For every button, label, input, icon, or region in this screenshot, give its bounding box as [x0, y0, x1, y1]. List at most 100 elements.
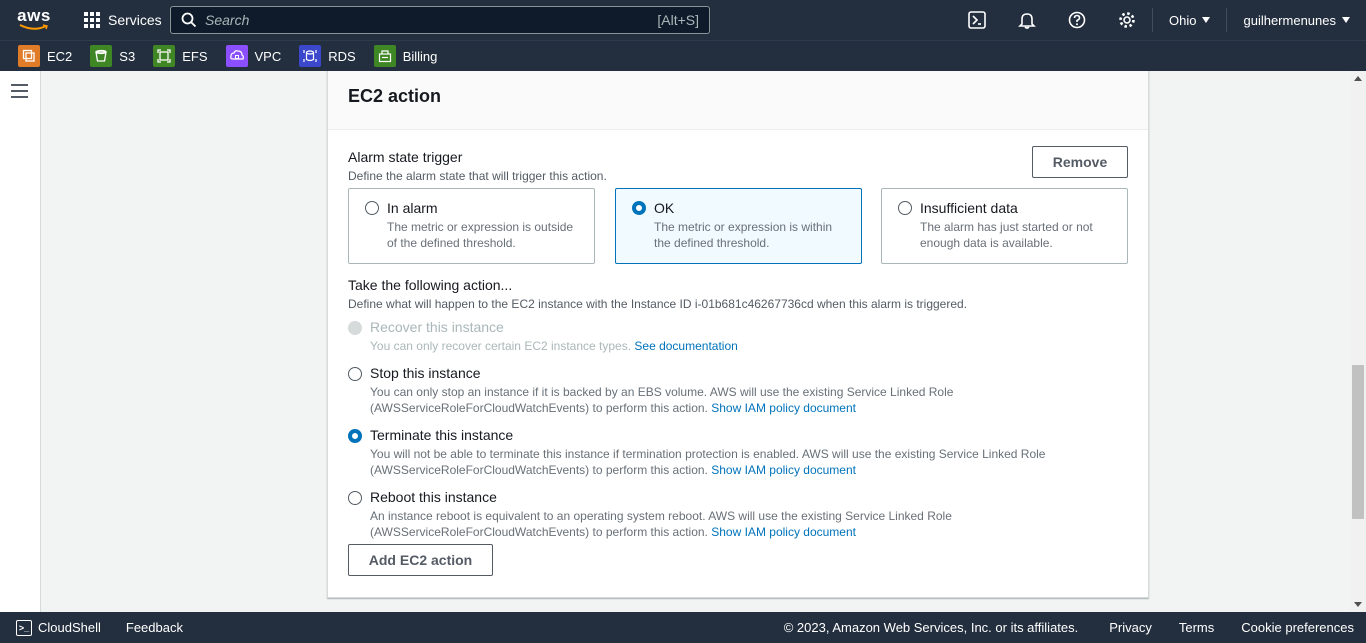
panel-header: EC2 action — [328, 71, 1148, 130]
favorite-label: EC2 — [47, 48, 73, 64]
ec2-icon — [18, 45, 40, 67]
copyright-text: © 2023, Amazon Web Services, Inc. or its… — [783, 620, 1079, 635]
option-description-text: You can only recover certain EC2 instanc… — [370, 339, 632, 353]
option-title[interactable]: Stop this instance — [370, 365, 481, 381]
state-tile-in-alarm[interactable]: In alarm The metric or expression is out… — [348, 188, 595, 264]
option-description: An instance reboot is equivalent to an o… — [370, 508, 1110, 540]
caret-down-icon — [1342, 17, 1350, 23]
option-description-text: You will not be able to terminate this i… — [370, 447, 1046, 477]
footer-right: © 2023, Amazon Web Services, Inc. or its… — [784, 612, 1366, 643]
aws-logo[interactable]: aws — [10, 0, 58, 40]
panel-title: EC2 action — [348, 86, 442, 106]
favorite-rds[interactable]: RDS — [299, 45, 356, 67]
nav-utilities: Ohio guilhermenunes — [952, 0, 1366, 40]
option-title[interactable]: Terminate this instance — [370, 427, 513, 443]
search-bar[interactable]: [Alt+S] — [170, 6, 710, 34]
cloudshell-footer-button[interactable]: >_ CloudShell — [16, 619, 101, 636]
vpc-icon — [225, 45, 248, 67]
search-shortcut: [Alt+S] — [657, 12, 699, 28]
region-selector[interactable]: Ohio — [1153, 0, 1226, 40]
favorite-ec2[interactable]: EC2 — [18, 45, 72, 67]
radio-button[interactable] — [348, 491, 362, 505]
radio-button[interactable] — [898, 201, 912, 215]
grid-icon — [84, 12, 100, 28]
caret-down-icon — [1202, 17, 1211, 23]
aws-smile-icon — [19, 24, 48, 30]
scroll-up-icon[interactable] — [1354, 76, 1362, 81]
favorite-label: Billing — [402, 48, 438, 64]
favorite-label: VPC — [254, 48, 282, 64]
footer: >_ CloudShell Feedback © 2023, Amazon We… — [0, 612, 1366, 643]
remove-button[interactable]: Remove — [1032, 146, 1128, 178]
favorite-s3[interactable]: S3 — [90, 45, 135, 67]
account-menu[interactable]: guilhermenunes — [1227, 0, 1366, 40]
collapsed-sidebar — [0, 71, 41, 612]
radio-button-selected[interactable] — [348, 429, 362, 443]
favorite-label: EFS — [182, 48, 208, 64]
show-iam-policy-link[interactable]: Show IAM policy document — [711, 463, 856, 477]
state-tile-ok[interactable]: OK The metric or expression is within th… — [615, 188, 862, 264]
notifications-button[interactable] — [1002, 0, 1052, 40]
state-title: OK — [654, 200, 675, 216]
scroll-down-icon[interactable] — [1354, 602, 1362, 607]
terminal-icon — [968, 11, 986, 29]
radio-button[interactable] — [348, 367, 362, 381]
option-title[interactable]: Reboot this instance — [370, 489, 497, 505]
cloudshell-label: CloudShell — [38, 620, 101, 635]
option-description: You will not be able to terminate this i… — [370, 446, 1110, 478]
favorite-label: S3 — [119, 48, 136, 64]
alarm-trigger-description: Define the alarm state that will trigger… — [348, 169, 607, 183]
show-iam-policy-link[interactable]: Show IAM policy document — [711, 401, 856, 415]
radio-button[interactable] — [365, 201, 379, 215]
state-tile-insufficient-data[interactable]: Insufficient data The alarm has just sta… — [881, 188, 1128, 264]
add-ec2-action-button[interactable]: Add EC2 action — [348, 544, 493, 576]
favorite-vpc[interactable]: VPC — [225, 45, 282, 67]
username-label: guilhermenunes — [1243, 12, 1336, 28]
state-description: The metric or expression is within the d… — [654, 220, 833, 250]
favorites-bar: EC2 S3 EFS VPC RDS Billing — [0, 40, 1366, 71]
favorite-efs[interactable]: EFS — [153, 45, 208, 67]
option-description: You can only recover certain EC2 instanc… — [370, 338, 1110, 354]
search-icon — [181, 12, 197, 28]
option-description-text: You can only stop an instance if it is b… — [370, 385, 954, 415]
option-title: Recover this instance — [370, 319, 504, 335]
page-scrollbar[interactable] — [1350, 71, 1366, 612]
action-description: Define what will happen to the EC2 insta… — [348, 297, 968, 311]
top-navigation: aws Services [Alt+S] — [0, 0, 1366, 40]
radio-button-selected[interactable] — [632, 201, 646, 215]
aws-logo-text: aws — [17, 6, 51, 25]
option-description: You can only stop an instance if it is b… — [370, 384, 1110, 416]
feedback-link[interactable]: Feedback — [126, 620, 183, 635]
bell-icon — [1018, 13, 1036, 29]
see-documentation-link[interactable]: See documentation — [634, 339, 737, 353]
efs-icon — [153, 45, 176, 67]
region-label: Ohio — [1169, 12, 1197, 28]
services-menu-button[interactable]: Services — [84, 0, 162, 40]
cloudshell-button[interactable] — [952, 0, 1002, 40]
help-button[interactable] — [1052, 0, 1102, 40]
privacy-link[interactable]: Privacy — [1109, 620, 1152, 635]
terms-link[interactable]: Terms — [1179, 620, 1214, 635]
settings-button[interactable] — [1102, 0, 1152, 40]
state-title: In alarm — [387, 200, 438, 216]
menu-icon[interactable] — [11, 84, 28, 98]
terminal-icon: >_ — [16, 619, 32, 636]
option-description-text: An instance reboot is equivalent to an o… — [370, 509, 952, 539]
services-label: Services — [108, 12, 162, 28]
cookie-preferences-link[interactable]: Cookie preferences — [1241, 620, 1354, 635]
gear-icon — [1119, 12, 1135, 28]
rds-icon — [299, 45, 322, 67]
ec2-action-panel: EC2 action Alarm state trigger Define th… — [327, 71, 1149, 598]
show-iam-policy-link[interactable]: Show IAM policy document — [711, 525, 856, 539]
favorite-label: RDS — [328, 48, 356, 64]
search-input[interactable] — [205, 12, 658, 28]
alarm-trigger-label: Alarm state trigger — [348, 149, 463, 165]
s3-icon — [90, 45, 113, 67]
state-description: The metric or expression is outside of t… — [387, 220, 574, 250]
main-content: EC2 action Alarm state trigger Define th… — [41, 71, 1350, 612]
action-label: Take the following action... — [348, 277, 513, 293]
scroll-thumb[interactable] — [1352, 365, 1364, 519]
state-description: The alarm has just started or not enough… — [920, 220, 1093, 250]
state-title: Insufficient data — [920, 200, 1018, 216]
favorite-billing[interactable]: Billing — [373, 45, 438, 67]
